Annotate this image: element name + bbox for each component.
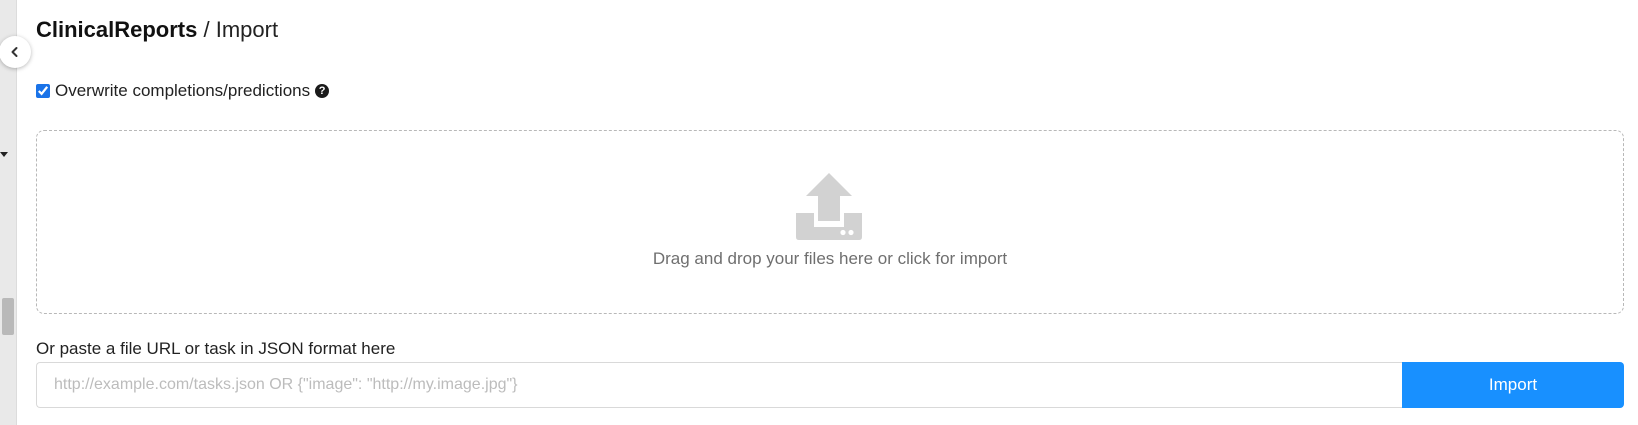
sidebar-scrollbar[interactable] <box>2 298 14 335</box>
overwrite-label: Overwrite completions/predictions <box>55 81 311 100</box>
page-title: ClinicalReports / Import <box>36 16 278 44</box>
breadcrumb-page: Import <box>215 17 279 42</box>
sidebar-collapse-button[interactable] <box>0 36 31 68</box>
upload-icon <box>796 173 862 240</box>
question-circle-icon[interactable]: ? <box>315 84 330 98</box>
sidebar-caret-icon <box>0 152 8 157</box>
overwrite-checkbox[interactable] <box>36 84 50 98</box>
overwrite-option[interactable]: Overwrite completions/predictions ? <box>36 81 330 101</box>
dropzone-text: Drag and drop your files here or click f… <box>652 249 1008 268</box>
file-dropzone[interactable]: Drag and drop your files here or click f… <box>36 130 1624 314</box>
url-json-input[interactable] <box>36 362 1402 408</box>
breadcrumb-project[interactable]: ClinicalReports <box>36 17 197 42</box>
breadcrumb-separator: / <box>197 17 216 42</box>
chevron-left-icon <box>11 47 18 57</box>
import-page: ClinicalReports / Import Overwrite compl… <box>36 0 1626 425</box>
import-button[interactable]: Import <box>1402 362 1624 408</box>
paste-label: Or paste a file URL or task in JSON form… <box>36 339 396 358</box>
